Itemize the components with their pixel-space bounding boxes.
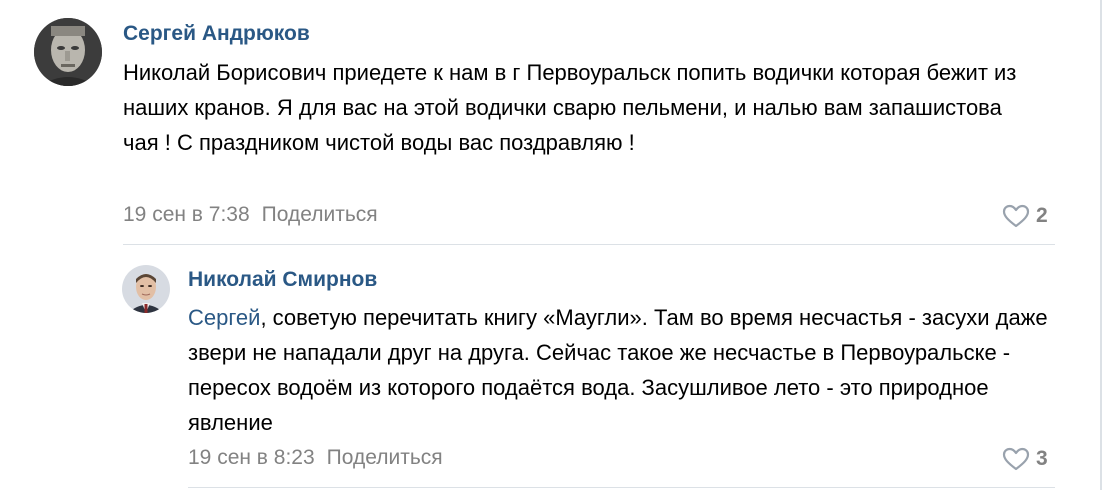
- like-count: 2: [1036, 204, 1048, 227]
- comment-body: , советую перечитать книгу «Маугли». Там…: [188, 305, 1048, 435]
- comment-text: Николай Борисович приедете к нам в г Пер…: [123, 60, 1017, 155]
- comment-date[interactable]: 19 сен в 8:23: [188, 446, 315, 469]
- share-link[interactable]: Поделиться: [262, 203, 378, 226]
- mention-link[interactable]: Сергей: [188, 305, 260, 330]
- comment-meta: 19 сен в 7:38 Поделиться: [123, 203, 378, 227]
- comment-text: Сергей, советую перечитать книгу «Маугли…: [188, 300, 1058, 440]
- share-link[interactable]: Поделиться: [327, 446, 443, 469]
- like-button[interactable]: 2: [1002, 204, 1048, 228]
- author-name[interactable]: Николай Смирнов: [188, 268, 377, 292]
- divider: [188, 487, 1055, 488]
- heart-icon: [1002, 447, 1030, 471]
- avatar[interactable]: [34, 18, 102, 86]
- like-button[interactable]: 3: [1002, 447, 1048, 471]
- avatar[interactable]: [122, 265, 170, 313]
- comment-meta: 19 сен в 8:23 Поделиться: [188, 446, 443, 470]
- author-name[interactable]: Сергей Андрюков: [123, 22, 310, 46]
- divider: [123, 244, 1055, 245]
- like-count: 3: [1036, 447, 1048, 470]
- heart-icon: [1002, 204, 1030, 228]
- comment-date[interactable]: 19 сен в 7:38: [123, 203, 250, 226]
